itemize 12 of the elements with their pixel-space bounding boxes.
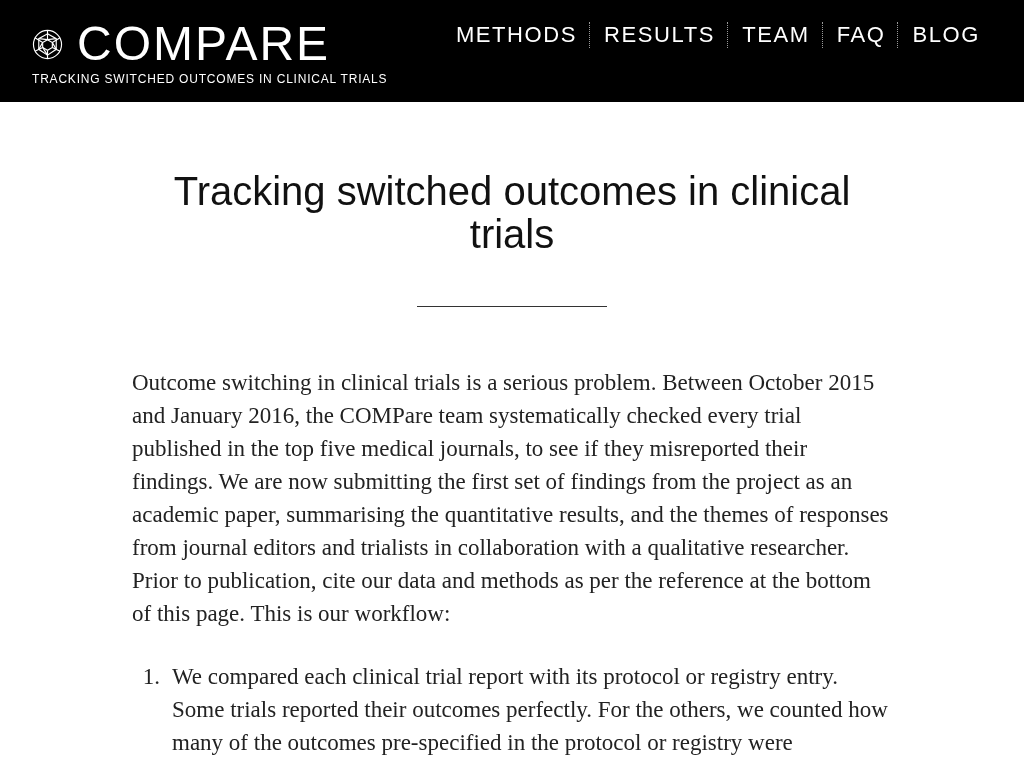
- nav-link[interactable]: BLOG: [897, 22, 992, 48]
- step-text: We compared each clinical trial report with its protocol or registry entry. Some trials reported their outcomes perfectly. For the others, we counted how many of the outcomes pre-specified in the protocol or registry were: [172, 663, 889, 757]
- nav-link[interactable]: METHODS: [441, 22, 590, 48]
- intro-paragraph: Outcome switching in clinical trials is a serious problem. Between October 2015 and January 2016, the COMPare team systematically checked every trial published in the top five medical journals, to see if they misreported their findings. We are now submitting the first set of findings from the project as an academic paper, summarising the quantitative results, and the themes of responses from journal editors and trialists in collaboration with a qualitative researcher. Prior to publication, cite our data and methods as per the reference at the bottom of this page. This is our workflow:: [132, 369, 890, 628]
- nav-link[interactable]: TEAM: [727, 22, 822, 48]
- site-tagline: TRACKING SWITCHED OUTCOMES IN CLINICAL TRIALS: [32, 72, 388, 86]
- step-number: 1.: [141, 663, 161, 691]
- nav-link[interactable]: RESULTS: [589, 22, 728, 48]
- geodesic-sphere-icon: [32, 28, 63, 60]
- page-title: Tracking switched outcomes in clinical trials: [172, 170, 852, 256]
- nav-link[interactable]: FAQ: [821, 22, 898, 48]
- site-logo-title[interactable]: COMPARE: [77, 19, 331, 69]
